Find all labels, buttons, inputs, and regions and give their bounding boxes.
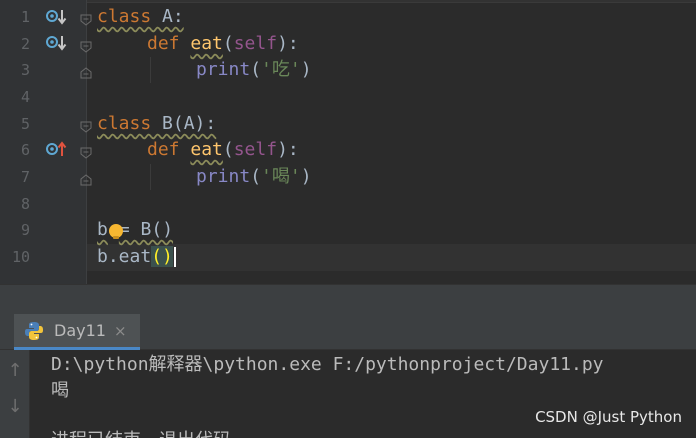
variable: b (97, 219, 108, 240)
overridden-method-icon[interactable] (46, 34, 68, 56)
paren: ( (250, 166, 262, 187)
method-call: b.eat (97, 246, 152, 267)
console-line: 喝 (51, 380, 69, 401)
builtin: print (196, 166, 251, 187)
line-number: 3 (20, 61, 30, 79)
line-number: 7 (20, 168, 30, 186)
code-line-6[interactable]: def eat(self): (147, 137, 299, 163)
text-caret (173, 247, 176, 267)
string-literal: '喝' (261, 166, 301, 187)
line-number: 1 (20, 8, 30, 26)
self-param: self (233, 139, 278, 160)
paren: ) (300, 166, 312, 187)
code-line-7[interactable]: print('喝') (196, 164, 312, 190)
line-number: 2 (20, 35, 30, 53)
paren: ): (277, 139, 299, 160)
self-param: self (233, 33, 278, 54)
fold-open-icon[interactable] (80, 118, 92, 133)
code-editor[interactable]: 1 2 3 4 5 6 7 8 9 10 class A: def eat(se… (0, 0, 696, 284)
python-icon (24, 321, 44, 341)
fold-close-icon[interactable] (80, 64, 92, 79)
console-line: 进程已结束，退出代码 (51, 428, 231, 438)
paren: ) (300, 59, 312, 80)
paren: ): (277, 33, 299, 54)
fold-open-icon[interactable] (80, 38, 92, 53)
panel-divider[interactable] (0, 284, 696, 314)
paren: ( (222, 33, 234, 54)
arrow-down-icon[interactable]: ↓ (4, 396, 26, 418)
indent-guide (150, 164, 151, 190)
close-icon[interactable]: × (114, 322, 127, 340)
code-line-10[interactable]: b.eat() (97, 244, 176, 270)
builtin: print (196, 59, 251, 80)
line-number: 4 (20, 88, 30, 106)
assignment: = B() (118, 219, 174, 240)
keyword: class (97, 113, 152, 134)
editor-top-strip (0, 0, 696, 3)
run-tool-window-header: Day11 × (0, 314, 696, 350)
lightbulb-icon[interactable] (109, 224, 123, 239)
tab-run-day11[interactable]: Day11 × (14, 314, 140, 350)
code-line-2[interactable]: def eat(self): (147, 31, 299, 57)
paren: ( (250, 59, 262, 80)
code-line-1[interactable]: class A: (97, 4, 184, 30)
line-number: 8 (20, 195, 30, 213)
line-number: 10 (11, 248, 30, 266)
console-toolbar: ↑ ↓ (0, 350, 30, 438)
fold-open-icon[interactable] (80, 11, 92, 26)
line-number: 5 (20, 115, 30, 133)
function-name: eat (190, 139, 223, 160)
keyword: def (147, 33, 180, 54)
tab-label: Day11 (54, 321, 106, 340)
overridden-method-icon[interactable] (46, 8, 68, 30)
code-line-3[interactable]: print('吃') (196, 57, 312, 83)
console-line: D:\python解释器\python.exe F:/pythonproject… (51, 354, 604, 375)
overriding-method-icon[interactable] (46, 140, 68, 162)
keyword: def (147, 139, 180, 160)
class-decl: A: (151, 6, 184, 27)
current-line-highlight (87, 244, 696, 271)
fold-close-icon[interactable] (80, 171, 92, 186)
paren: ( (222, 139, 234, 160)
watermark: CSDN @Just Python (535, 408, 682, 426)
keyword: class (97, 6, 152, 27)
line-number: 6 (20, 141, 30, 159)
code-line-5[interactable]: class B(A): (97, 111, 216, 137)
line-number: 9 (20, 221, 30, 239)
class-decl: B(A): (151, 113, 217, 134)
function-name: eat (190, 33, 223, 54)
arrow-up-icon[interactable]: ↑ (4, 360, 26, 382)
string-literal: '吃' (261, 59, 301, 80)
indent-guide (150, 57, 151, 83)
matched-parens: () (151, 246, 173, 267)
fold-open-icon[interactable] (80, 144, 92, 159)
